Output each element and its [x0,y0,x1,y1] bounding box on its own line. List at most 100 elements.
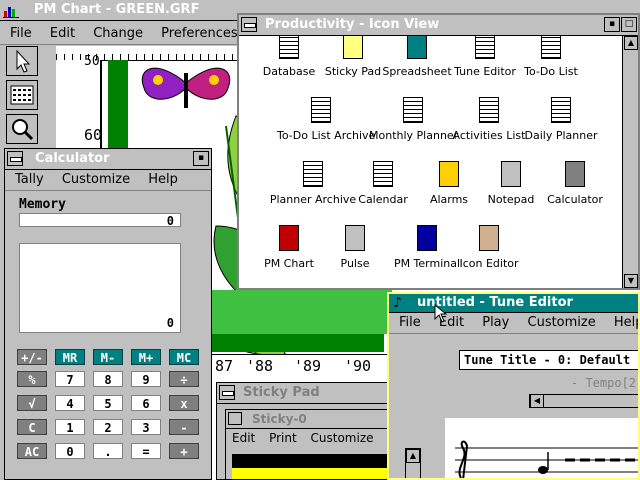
icon-label: Monthly Planner [369,129,459,142]
tune-editor-window: ♪ untitled - Tune Editor File Edit Play … [387,292,640,480]
pm-chart-menu-file[interactable]: File [10,26,32,41]
chart-foliage-band [212,290,392,334]
sticky-menu-print[interactable]: Print [269,431,297,445]
calc-key-2-1[interactable]: 4 [55,395,85,411]
alarm-clock-icon [434,160,464,190]
calculator-menu-help[interactable]: Help [148,172,178,187]
productivity-title: Productivity - Icon View [265,17,440,32]
tune-menu-help[interactable]: Help [614,315,638,330]
mouse-cursor-icon [434,304,448,323]
sticky-note-system-menu-button[interactable] [228,412,242,425]
sticky-pad-titlebar[interactable]: Sticky Pad [217,383,387,404]
todo-archive-icon [306,96,336,126]
monthly-planner-icon [398,96,428,126]
sticky-note-black-strip [232,454,387,468]
sticky-menu-edit[interactable]: Edit [232,431,255,445]
sticky-pad-icon-shape [343,36,363,59]
sticky-note-body[interactable] [232,468,387,479]
pointer-tool-button[interactable] [6,46,38,76]
icon-label: Calculator [547,193,603,206]
pm-chart-icon [274,224,304,254]
calc-key-2-3[interactable]: 6 [131,395,161,411]
calc-key-4-3[interactable]: = [131,443,161,459]
grid-tool-button[interactable] [6,80,38,110]
calc-key-0-0[interactable]: +/- [17,349,47,365]
tune-menu-file[interactable]: File [399,315,421,330]
tune-vertical-scrollbar[interactable]: ▲ [405,448,421,478]
productivity-minimize-button[interactable]: ▪ [604,17,620,32]
calc-key-3-1[interactable]: 1 [55,419,85,435]
calc-key-2-0[interactable]: √ [17,395,47,411]
tune-menu-customize[interactable]: Customize [528,315,596,330]
tune-scroll-up-arrow[interactable]: ▲ [406,449,420,463]
calc-key-0-3[interactable]: M+ [131,349,161,365]
calc-key-2-2[interactable]: 5 [93,395,123,411]
scroll-up-arrow[interactable]: ▲ [624,36,638,50]
calc-key-3-3[interactable]: 3 [131,419,161,435]
calculator-menu-tally[interactable]: Tally [15,172,44,187]
productivity-titlebar[interactable]: Productivity - Icon View ▪ □ [239,15,638,36]
tune-editor-titlebar[interactable]: ♪ untitled - Tune Editor [389,294,638,313]
calculator-icon [560,160,590,190]
pm-chart-title: PM Chart - GREEN.GRF [34,2,200,17]
calc-key-1-3[interactable]: 9 [131,371,161,387]
pm-chart-icon-shape [279,225,299,251]
scroll-down-arrow[interactable]: ▼ [624,274,638,288]
calc-key-3-4[interactable]: - [169,419,199,435]
icon-item-monthly-planner[interactable]: Monthly Planner [369,96,459,142]
year-label-88: '88 [246,357,274,375]
calc-key-1-0[interactable]: % [17,371,47,387]
pm-chart-app-icon[interactable] [3,2,19,18]
zoom-tool-button[interactable] [6,114,38,144]
sticky-menu-customize[interactable]: Customize [311,431,374,445]
calc-key-4-1[interactable]: 0 [55,443,85,459]
calc-key-1-2[interactable]: 8 [93,371,123,387]
calc-key-1-1[interactable]: 7 [55,371,85,387]
icon-label: Daily Planner [524,129,598,142]
pm-chart-menu-edit[interactable]: Edit [50,26,75,41]
tune-scroll-left-arrow[interactable]: ◀ [530,394,544,408]
icon-item-to-do-list-archive[interactable]: To-Do List Archive [277,96,375,142]
pm-chart-menu-preferences[interactable]: Preferences [161,26,237,41]
calc-key-4-2[interactable]: . [93,443,123,459]
calculator-window: Calculator ▪ Tally Customize Help Memory… [4,148,212,480]
calculator-system-menu-button[interactable] [7,151,23,166]
productivity-system-menu-button[interactable] [241,17,257,32]
calculator-titlebar[interactable]: Calculator ▪ [5,149,211,170]
icon-item-icon-editor[interactable]: Icon Editor [445,224,533,270]
memory-label: Memory [19,197,66,212]
calculator-menu-customize[interactable]: Customize [62,172,130,187]
tune-title-field[interactable]: Tune Title - 0: Default [459,350,638,370]
calc-key-4-0[interactable]: AC [17,443,47,459]
pm-chart-menu-change[interactable]: Change [93,26,143,41]
tune-menu-play[interactable]: Play [482,315,509,330]
icon-item-to-do-list[interactable]: To-Do List [507,36,595,78]
calculator-minimize-button[interactable]: ▪ [193,151,209,166]
calc-key-0-4[interactable]: MC [169,349,199,365]
productivity-maximize-button[interactable]: □ [621,17,637,32]
staff-notation [455,440,638,478]
musical-note-icon[interactable]: ♪ [393,294,402,312]
calc-key-0-1[interactable]: MR [55,349,85,365]
sticky-pad-system-menu-button[interactable] [219,385,235,400]
productivity-vertical-scrollbar[interactable]: ▲ ▼ [622,36,638,288]
calendar-icon-shape [373,161,393,187]
music-staff[interactable] [445,418,638,478]
icon-item-calculator[interactable]: Calculator [531,160,619,206]
sticky-note-titlebar[interactable]: Sticky-0 [226,410,387,429]
icon-item-daily-planner[interactable]: Daily Planner [517,96,605,142]
calc-key-2-4[interactable]: x [169,395,199,411]
calculator-icon-shape [565,161,585,187]
calculator-tape[interactable]: 0 [19,243,181,333]
calc-key-0-2[interactable]: M- [93,349,123,365]
calc-key-4-4[interactable]: + [169,443,199,459]
ruler-label-50: 50 [84,54,100,69]
productivity-window: Productivity - Icon View ▪ □ Database Sti… [237,13,640,290]
tune-horizontal-scrollbar[interactable]: ◀ [529,394,638,408]
calc-key-3-2[interactable]: 2 [93,419,123,435]
productivity-icon-area: Database Sticky Pad Spreadsheet Tune Editor… [239,36,622,288]
memory-value: 0 [166,214,174,228]
icon-label: Icon Editor [459,257,519,270]
calc-key-3-0[interactable]: C [17,419,47,435]
calc-key-1-4[interactable]: ÷ [169,371,199,387]
